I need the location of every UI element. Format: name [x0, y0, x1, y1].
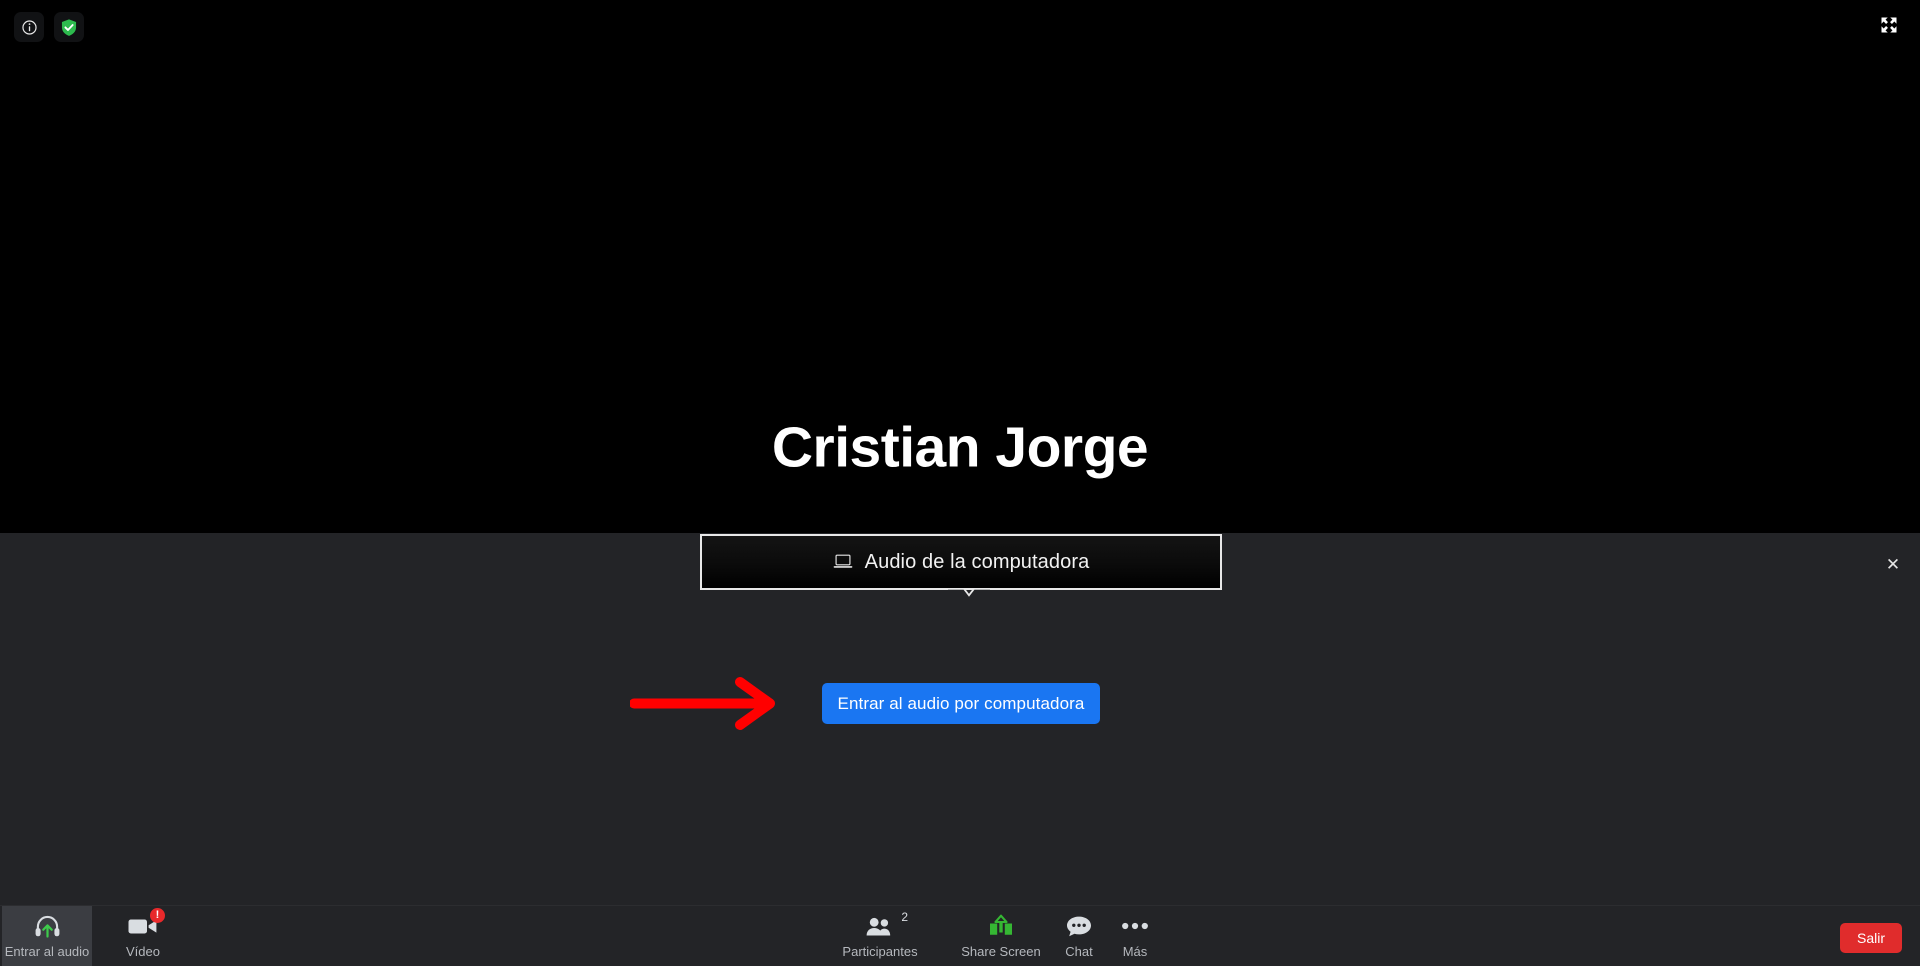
- toolbar-item-more[interactable]: Más: [1100, 906, 1170, 966]
- shield-check-icon: [61, 18, 77, 36]
- computer-audio-tooltip: Audio de la computadora: [700, 534, 1222, 590]
- chat-bubble-icon: [1066, 913, 1092, 939]
- computer-audio-tooltip-label: Audio de la computadora: [864, 550, 1090, 573]
- toolbar-item-video[interactable]: ! Vídeo: [104, 906, 182, 966]
- join-computer-audio-button[interactable]: Entrar al audio por computadora: [822, 683, 1100, 724]
- toolbar-item-participants[interactable]: 2 Participantes: [830, 906, 930, 966]
- share-screen-icon: [988, 913, 1014, 939]
- toolbar-item-join-audio[interactable]: Entrar al audio: [2, 906, 92, 966]
- headset-join-audio-icon: [34, 913, 61, 939]
- info-circle-icon: [21, 19, 37, 35]
- zoom-meeting-window: Cristian Jorge Audio de la computadora ✕…: [0, 0, 1920, 966]
- toolbar-label-share-screen: Share Screen: [961, 944, 1041, 959]
- toolbar-label-video: Vídeo: [126, 944, 160, 959]
- fullscreen-toggle-button[interactable]: [1876, 12, 1902, 38]
- more-dots-icon: [1121, 913, 1149, 939]
- encryption-status-button[interactable]: [54, 12, 84, 42]
- participants-count-badge: 2: [901, 910, 908, 924]
- toolbar-label-more: Más: [1122, 944, 1148, 959]
- meeting-toolbar: Entrar al audio ! Vídeo 2 Participantes …: [0, 905, 1920, 966]
- laptop-icon: [833, 554, 853, 568]
- toolbar-label-participants: Participantes: [842, 944, 918, 959]
- toolbar-label-chat: Chat: [1065, 944, 1093, 959]
- video-camera-icon: !: [128, 908, 165, 939]
- participant-display-name: Cristian Jorge: [771, 415, 1149, 480]
- toolbar-label-join-audio: Entrar al audio: [4, 944, 90, 959]
- leave-meeting-button[interactable]: Salir: [1839, 923, 1902, 953]
- tooltip-notch: [948, 588, 990, 604]
- meeting-status-icons: [14, 12, 84, 42]
- close-audio-popup-button[interactable]: ✕: [1882, 553, 1904, 575]
- participants-icon: 2: [865, 910, 908, 939]
- fullscreen-expand-icon: [1881, 17, 1897, 33]
- video-alert-badge: !: [150, 908, 165, 923]
- meeting-info-button[interactable]: [14, 12, 44, 42]
